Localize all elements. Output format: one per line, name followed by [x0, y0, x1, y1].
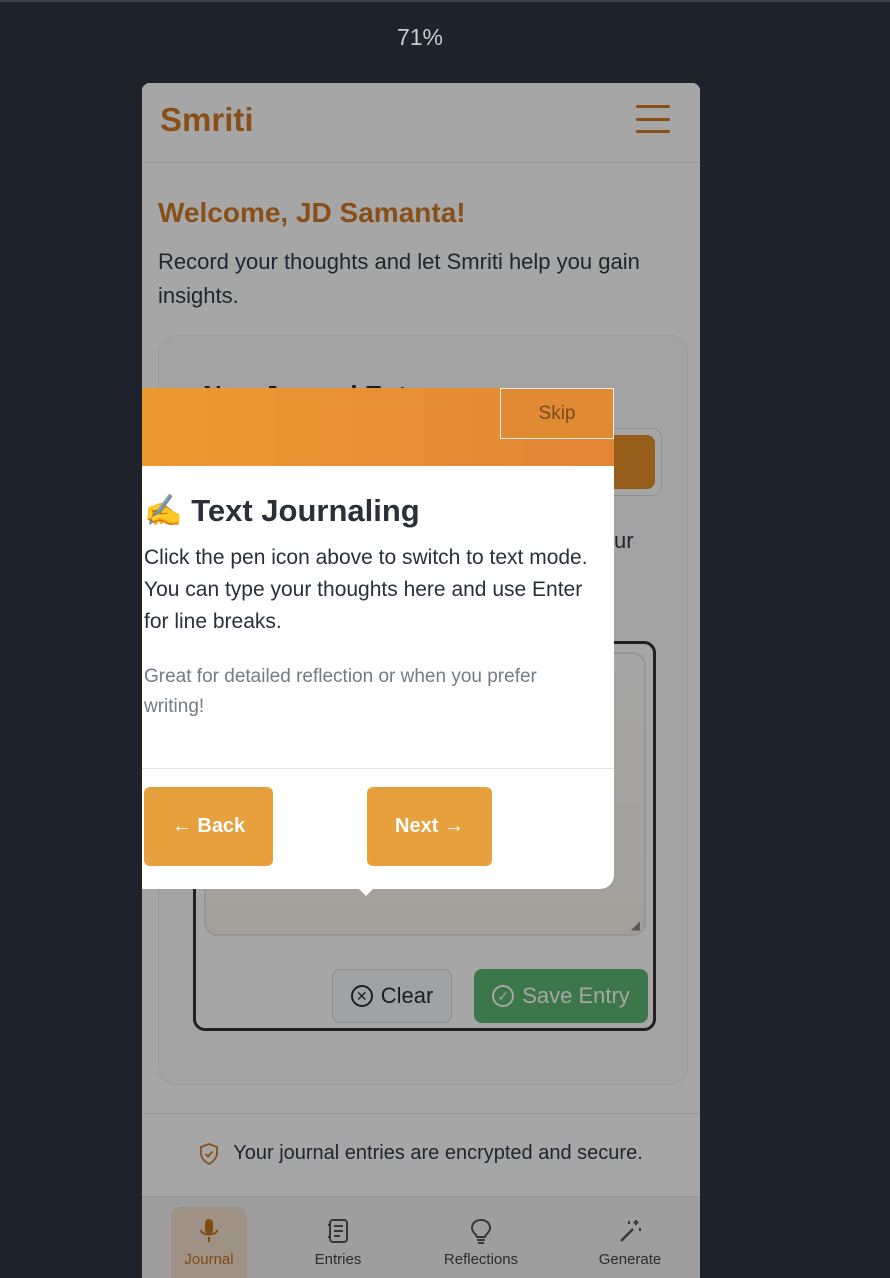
tour-body: Click the pen icon above to switch to te…	[144, 546, 588, 633]
back-button[interactable]: ← Back	[144, 787, 273, 866]
tour-pointer	[356, 886, 376, 896]
tour-popover: Skip ✍️ Text Journaling Click the pen ic…	[142, 388, 614, 896]
skip-button[interactable]: Skip	[500, 388, 614, 439]
tour-title: ✍️ Text Journaling	[144, 493, 420, 528]
tour-header: Skip	[142, 388, 614, 466]
zoom-level: 71%	[396, 24, 444, 50]
tour-note: Great for detailed reflection or when yo…	[144, 666, 537, 717]
next-button[interactable]: Next →	[367, 787, 492, 866]
tour-divider	[142, 768, 614, 769]
window-top-border	[0, 0, 890, 2]
